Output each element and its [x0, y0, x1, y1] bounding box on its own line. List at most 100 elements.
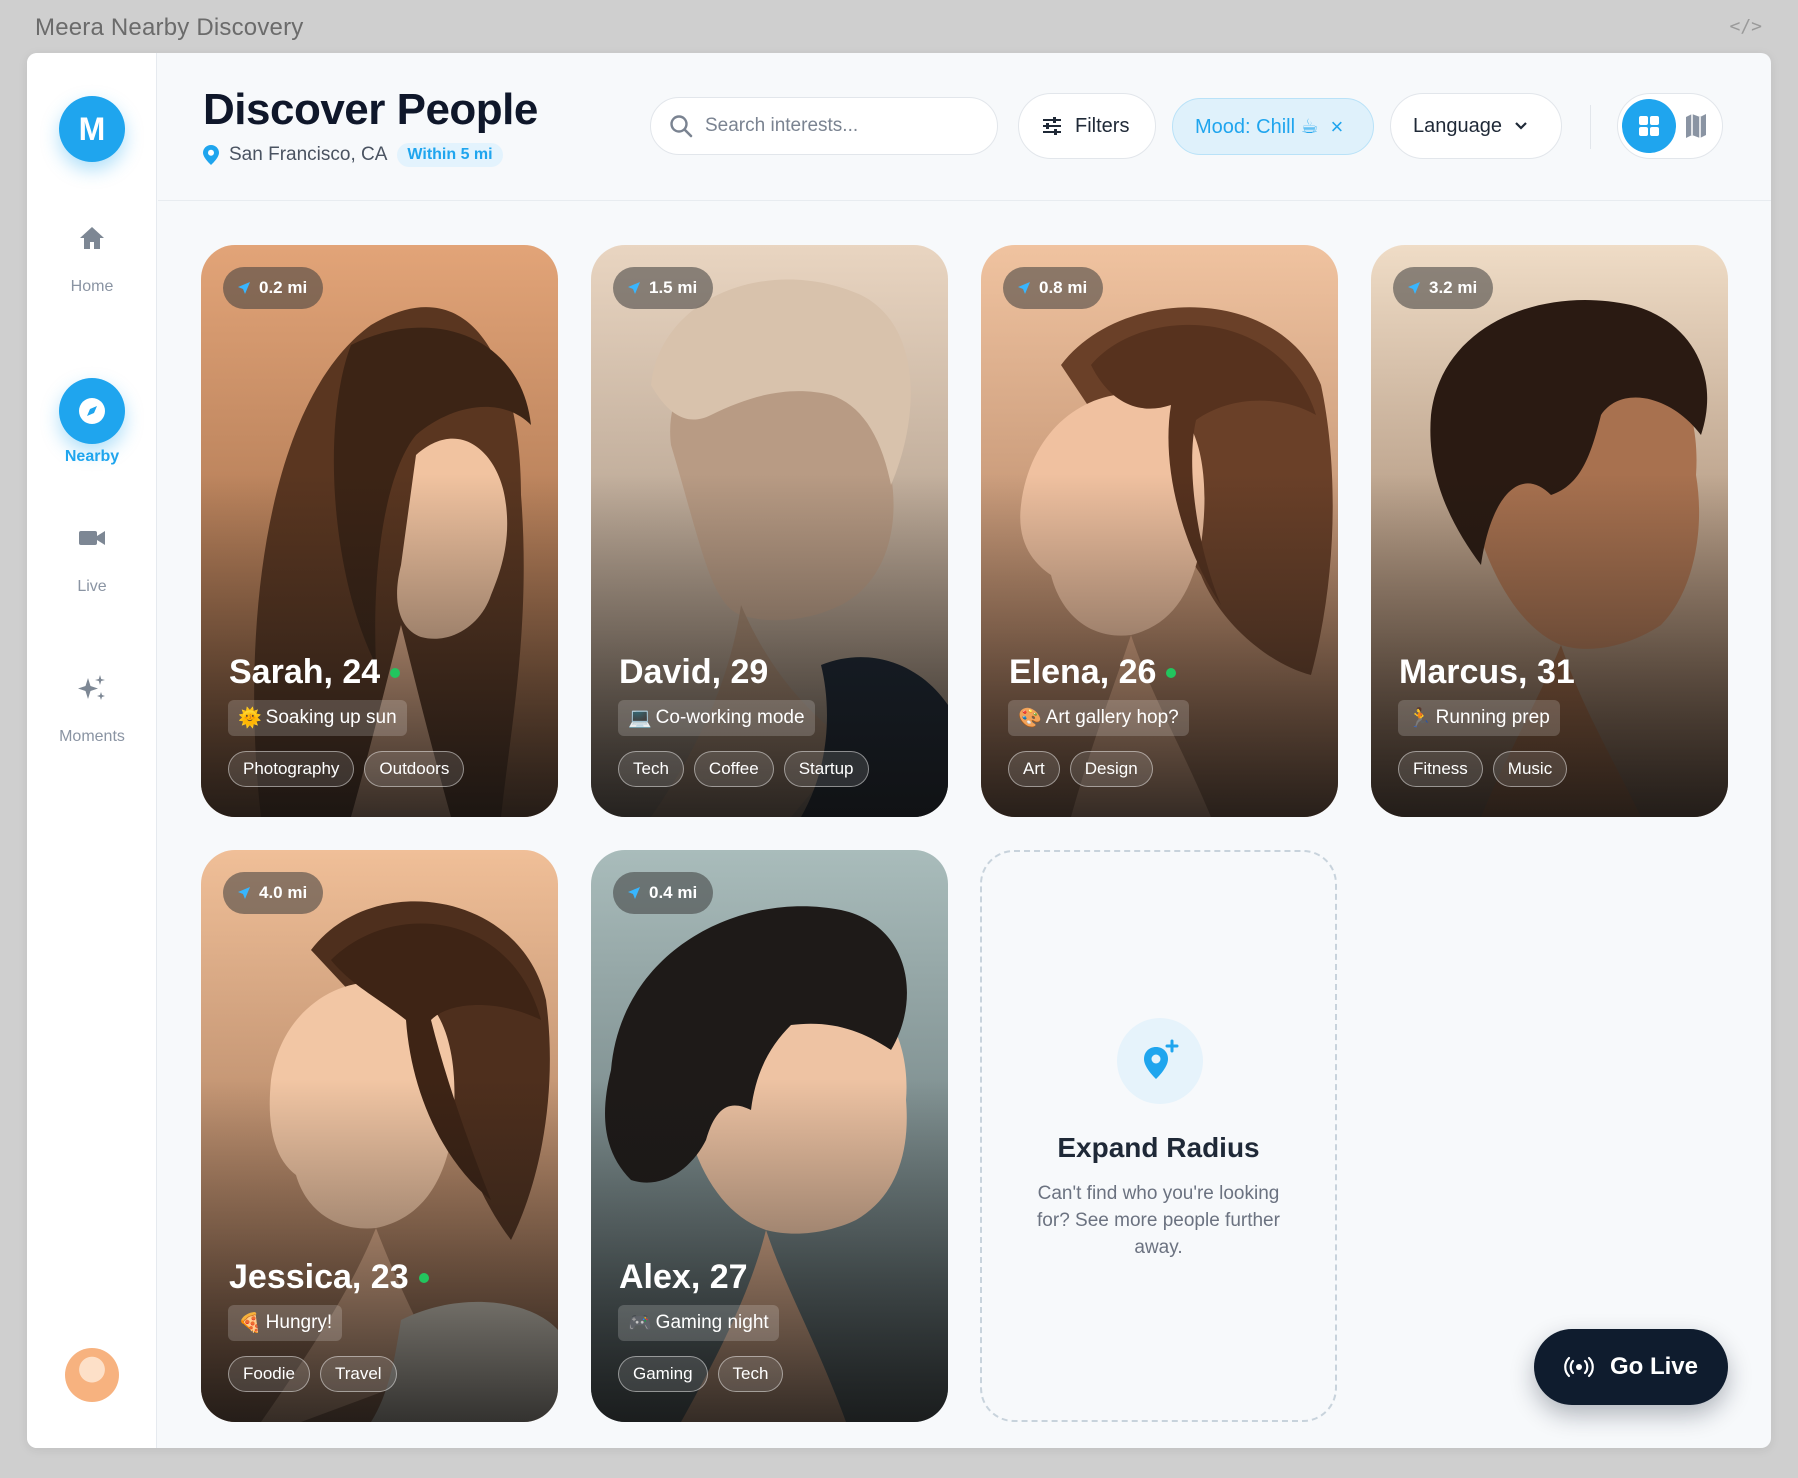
code-icon[interactable]: </> [1729, 16, 1762, 37]
sidebar-item-nearby[interactable]: Nearby [27, 378, 157, 466]
profile-name-text: Elena, 26 [1009, 653, 1157, 691]
expand-radius-card[interactable]: Expand Radius Can't find who you're look… [980, 850, 1337, 1422]
online-indicator [1166, 667, 1177, 678]
distance-text: 0.4 mi [649, 883, 698, 902]
interest-tag[interactable]: Music [1492, 751, 1568, 787]
interest-tags: Art Design [1008, 751, 1153, 787]
distance-text: 0.8 mi [1039, 278, 1088, 297]
status-text: Soaking up sun [265, 707, 397, 728]
search-icon [670, 115, 693, 138]
interest-tag[interactable]: Coffee [693, 751, 774, 787]
sidebar-item-label: Live [77, 578, 107, 595]
interest-tags: Foodie Travel [228, 1356, 397, 1392]
grid-view-button[interactable] [1622, 99, 1676, 153]
status-text: Running prep [1435, 707, 1550, 728]
filters-button[interactable]: Filters [1018, 93, 1156, 159]
sidebar-item-label: Moments [59, 728, 125, 745]
interest-tag[interactable]: Gaming [618, 1356, 708, 1392]
status-text: Gaming night [655, 1312, 769, 1333]
distance-badge: 0.8 mi [1003, 267, 1104, 309]
online-indicator [418, 1272, 429, 1283]
map-view-button[interactable] [1684, 111, 1708, 146]
language-label: Language [1413, 114, 1502, 137]
profile-name: Marcus, 31 [1399, 653, 1575, 692]
profile-card[interactable]: 3.2 mi Marcus, 31 🏃 Running prep Fitness … [1371, 245, 1728, 817]
sidebar-item-moments[interactable]: Moments [27, 668, 157, 746]
mood-label: Mood: Chill ☕ [1195, 116, 1319, 138]
status-chip: 🎮 Gaming night [618, 1305, 779, 1341]
status-emoji: 🍕 [238, 1313, 262, 1334]
profile-name-text: Jessica, 23 [229, 1258, 409, 1296]
interest-tag[interactable]: Fitness [1398, 751, 1483, 787]
app-window: M Home Nearby Live Moments Discover Peop… [27, 53, 1771, 1448]
search-bar[interactable] [650, 97, 998, 155]
navigation-arrow-icon [628, 282, 640, 294]
profile-name: Jessica, 23 [229, 1258, 429, 1297]
distance-text: 0.2 mi [259, 278, 308, 297]
distance-badge: 4.0 mi [223, 872, 324, 914]
interest-tag[interactable]: Art [1008, 751, 1060, 787]
status-text: Co-working mode [655, 707, 805, 728]
navigation-arrow-icon [238, 887, 250, 899]
profile-card[interactable]: 1.5 mi David, 29 💻 Co-working mode Tech C… [591, 245, 948, 817]
sidebar-item-home[interactable]: Home [27, 218, 157, 296]
online-indicator [390, 667, 401, 678]
interest-tag[interactable]: Tech [717, 1356, 784, 1392]
sparkles-icon [27, 668, 157, 708]
interest-tag[interactable]: Tech [618, 751, 684, 787]
close-icon[interactable]: × [1331, 114, 1344, 140]
navigation-arrow-icon [238, 282, 250, 294]
status-chip: 💻 Co-working mode [618, 700, 815, 736]
navigation-arrow-icon [1018, 282, 1030, 294]
interest-tag[interactable]: Outdoors [364, 751, 465, 787]
profile-name-text: Sarah, 24 [229, 653, 381, 691]
location-pin-icon [203, 145, 219, 165]
status-chip: 🍕 Hungry! [228, 1305, 343, 1341]
header-divider [1590, 105, 1591, 149]
interest-tag[interactable]: Foodie [228, 1356, 310, 1392]
interest-tag[interactable]: Startup [783, 751, 869, 787]
header: Discover People San Francisco, CA Within… [158, 53, 1771, 201]
expand-title: Expand Radius [1057, 1132, 1260, 1163]
go-live-button[interactable]: Go Live [1534, 1329, 1728, 1405]
sidebar-item-live[interactable]: Live [27, 518, 157, 596]
radius-badge[interactable]: Within 5 mi [397, 143, 503, 167]
profile-name: Sarah, 24 [229, 653, 401, 692]
interest-tags: Tech Coffee Startup [618, 751, 869, 787]
grid-icon [1639, 116, 1659, 136]
window-title: Meera Nearby Discovery [35, 14, 304, 41]
language-dropdown[interactable]: Language [1390, 93, 1562, 159]
profile-card[interactable]: 0.8 mi Elena, 26 🎨 Art gallery hop? Art D… [981, 245, 1338, 817]
sidebar: M Home Nearby Live Moments [27, 53, 157, 1448]
status-emoji: 🎮 [628, 1313, 652, 1334]
profile-card[interactable]: 0.2 mi Sarah, 24 🌞 Soaking up sun Photogr… [201, 245, 558, 817]
interest-tags: Gaming Tech [618, 1356, 784, 1392]
sidebar-item-label: Nearby [64, 448, 120, 465]
profile-card[interactable]: 0.4 mi Alex, 27 🎮 Gaming night Gaming Tec… [591, 850, 948, 1422]
status-emoji: 💻 [628, 708, 652, 729]
interest-tags: Fitness Music [1398, 751, 1568, 787]
profile-name-text: David, 29 [619, 653, 769, 691]
profile-card[interactable]: 4.0 mi Jessica, 23 🍕 Hungry! Foodie Trave… [201, 850, 558, 1422]
profile-name-text: Alex, 27 [619, 1258, 748, 1296]
add-location-icon [1117, 1018, 1203, 1104]
distance-text: 1.5 mi [649, 278, 698, 297]
mood-filter-chip[interactable]: Mood: Chill ☕ × [1172, 98, 1374, 155]
filters-label: Filters [1075, 114, 1130, 137]
distance-text: 3.2 mi [1429, 278, 1478, 297]
status-emoji: 🏃 [1408, 708, 1432, 729]
interest-tag[interactable]: Design [1069, 751, 1153, 787]
distance-badge: 1.5 mi [613, 267, 714, 309]
user-avatar[interactable] [65, 1348, 119, 1402]
search-input[interactable] [705, 115, 975, 137]
interest-tag[interactable]: Travel [319, 1356, 397, 1392]
distance-badge: 0.2 mi [223, 267, 324, 309]
navigation-arrow-icon [1408, 282, 1420, 294]
interest-tag[interactable]: Photography [228, 751, 355, 787]
location-row: San Francisco, CA Within 5 mi [203, 143, 503, 167]
status-emoji: 🎨 [1018, 708, 1042, 729]
compass-icon [59, 378, 125, 444]
status-text: Art gallery hop? [1045, 707, 1179, 728]
logo-avatar[interactable]: M [59, 96, 125, 162]
view-toggle [1617, 93, 1723, 159]
